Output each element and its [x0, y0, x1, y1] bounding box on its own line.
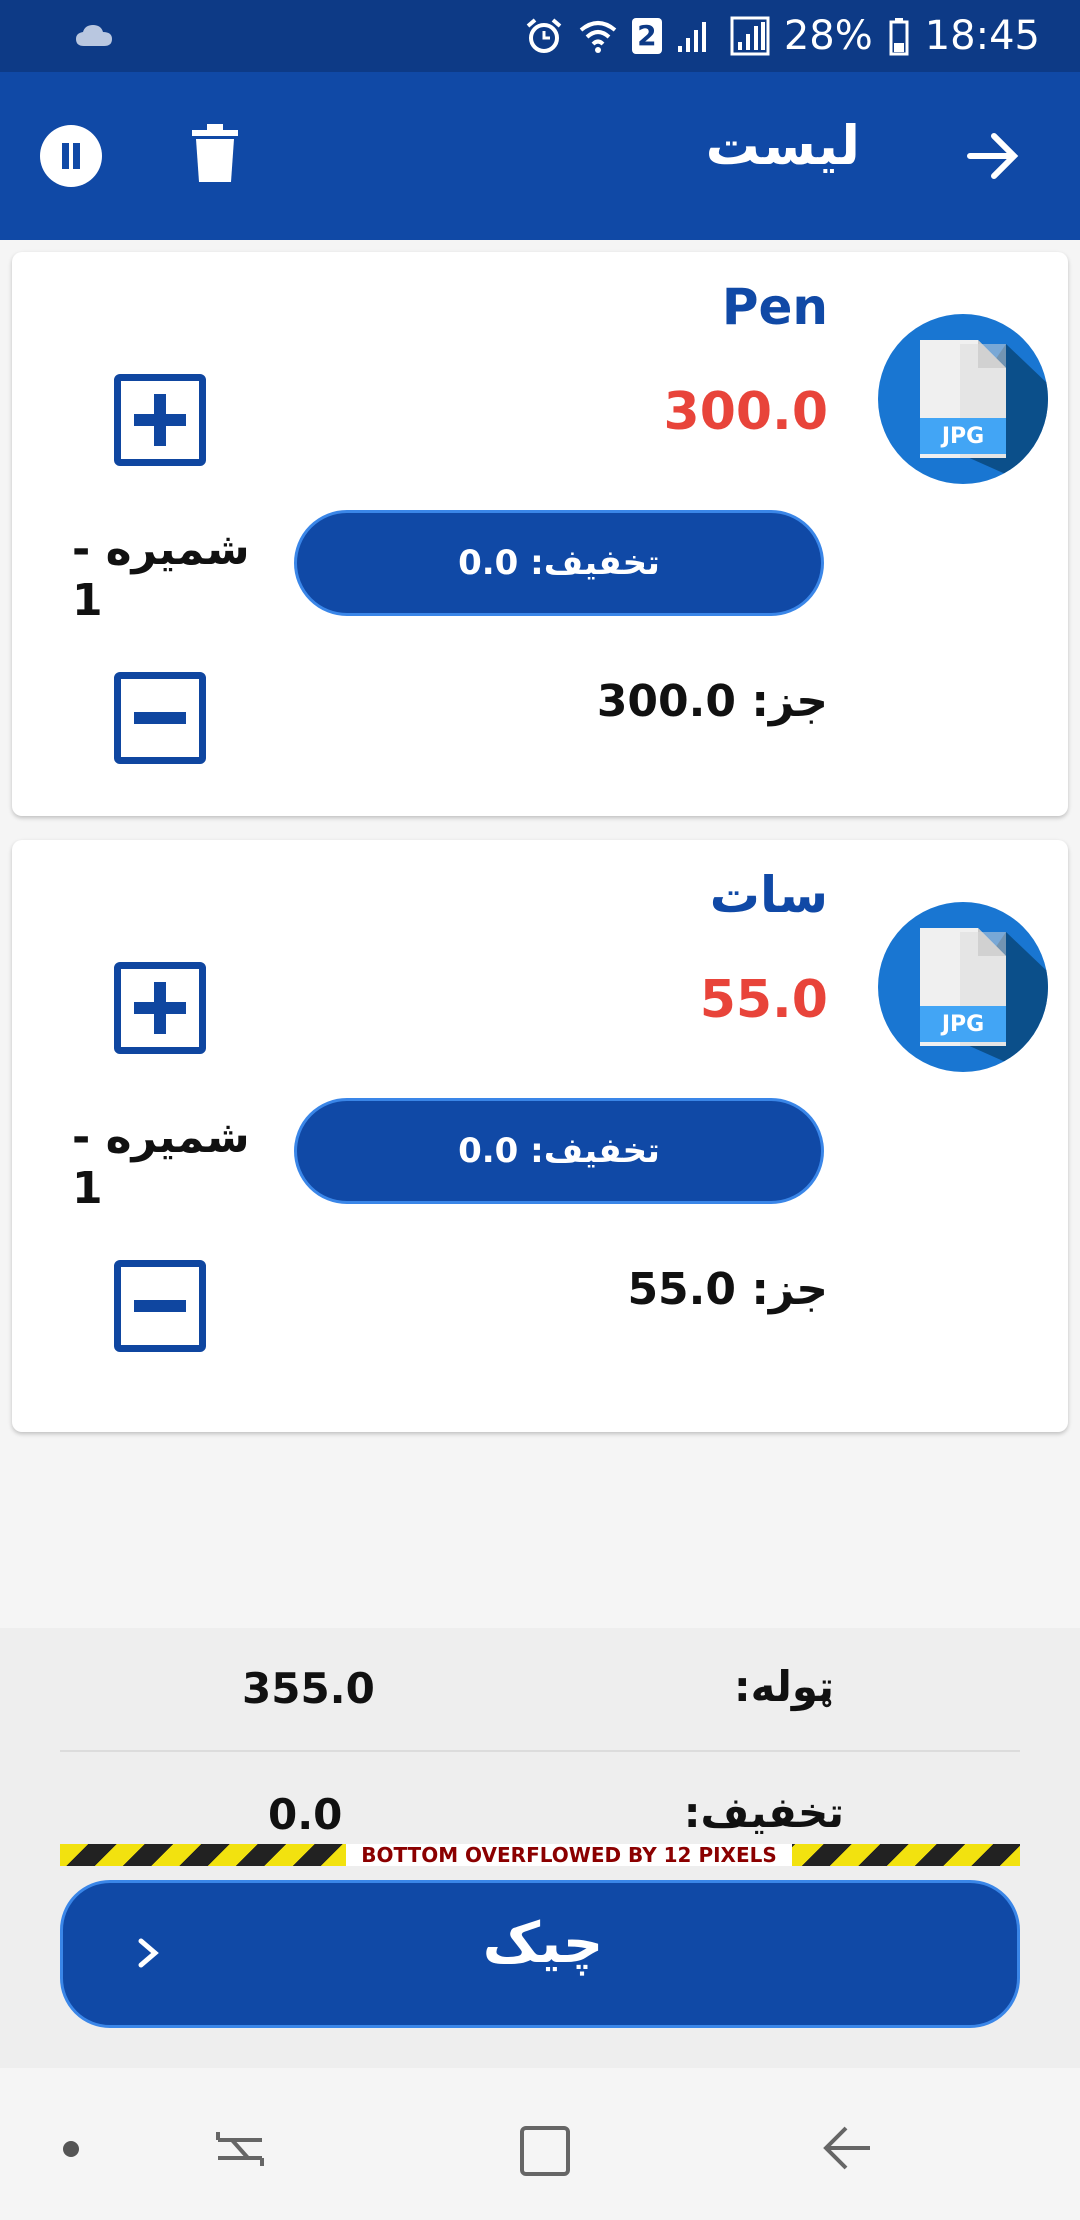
- quantity-label: شمیره - 1: [72, 524, 250, 626]
- discount-button[interactable]: تخفیف: 0.0: [294, 510, 824, 616]
- alarm-icon: [526, 18, 562, 53]
- trash-icon[interactable]: [190, 124, 240, 184]
- status-bar: 2 28% 18:45: [0, 0, 1080, 72]
- cart-item: JPG سات 55.0 شمیره - 1 تخفیف: 0.0 جز: 55…: [12, 840, 1068, 1432]
- divider: [60, 1750, 1020, 1752]
- jpg-file-icon: JPG: [920, 340, 1048, 484]
- product-name: Pen: [721, 278, 828, 336]
- product-price: 55.0: [699, 970, 828, 1030]
- signal-icon: [730, 16, 770, 56]
- jpg-file-icon: JPG: [920, 928, 1048, 1072]
- subtotal-label: جز: 55.0: [627, 1264, 828, 1315]
- svg-text:JPG: JPG: [940, 1012, 984, 1037]
- plus-icon[interactable]: [114, 962, 206, 1054]
- battery-icon: [889, 18, 909, 56]
- subtotal-label: جز: 300.0: [596, 676, 828, 727]
- signal-icon: [677, 22, 706, 52]
- battery-percent: 28%: [783, 13, 873, 59]
- total-label: ټوله:: [733, 1662, 834, 1711]
- total-value: 355.0: [242, 1664, 375, 1713]
- overflow-warning-text: BOTTOM OVERFLOWED BY 12 PIXELS: [346, 1844, 792, 1866]
- product-name: سات: [709, 866, 828, 924]
- home-icon[interactable]: [520, 2126, 570, 2176]
- order-summary: ټوله: 355.0 تخفیف: 0.0 BOTTOM OVERFLOWED…: [0, 1628, 1080, 2068]
- nav-dot-icon[interactable]: [63, 2141, 79, 2157]
- notification-count: 2: [631, 18, 662, 54]
- discount-value: 0.0: [268, 1790, 343, 1839]
- overflow-warning-bar: BOTTOM OVERFLOWED BY 12 PIXELS: [60, 1844, 1020, 1866]
- svg-text:JPG: JPG: [940, 424, 984, 449]
- arrow-forward-icon[interactable]: [964, 126, 1024, 186]
- discount-button[interactable]: تخفیف: 0.0: [294, 1098, 824, 1204]
- wifi-icon: [579, 21, 617, 53]
- cart-item: JPG Pen 300.0 شمیره - 1 تخفیف: 0.0 جز: 3…: [12, 252, 1068, 816]
- back-icon[interactable]: [820, 2120, 876, 2176]
- checkout-button[interactable]: چیک: [60, 1880, 1020, 2028]
- product-thumbnail: JPG: [878, 902, 1048, 1072]
- quantity-label: شمیره - 1: [72, 1112, 250, 1214]
- page-title: لیست: [705, 114, 860, 177]
- cloud-icon: [76, 25, 112, 46]
- plus-icon[interactable]: [114, 374, 206, 466]
- app-bar: لیست: [0, 72, 1080, 240]
- recent-apps-icon[interactable]: [212, 2120, 268, 2176]
- status-icons: 2 28% 18:45: [524, 0, 1040, 72]
- minus-icon[interactable]: [114, 1260, 206, 1352]
- clock: 18:45: [924, 13, 1040, 59]
- minus-icon[interactable]: [114, 672, 206, 764]
- product-price: 300.0: [663, 382, 828, 442]
- checkout-label: چیک: [482, 1911, 604, 1976]
- product-thumbnail: JPG: [878, 314, 1048, 484]
- discount-label: تخفیف:: [683, 1788, 844, 1837]
- system-nav-bar: [0, 2068, 1080, 2220]
- pause-icon[interactable]: [40, 125, 102, 187]
